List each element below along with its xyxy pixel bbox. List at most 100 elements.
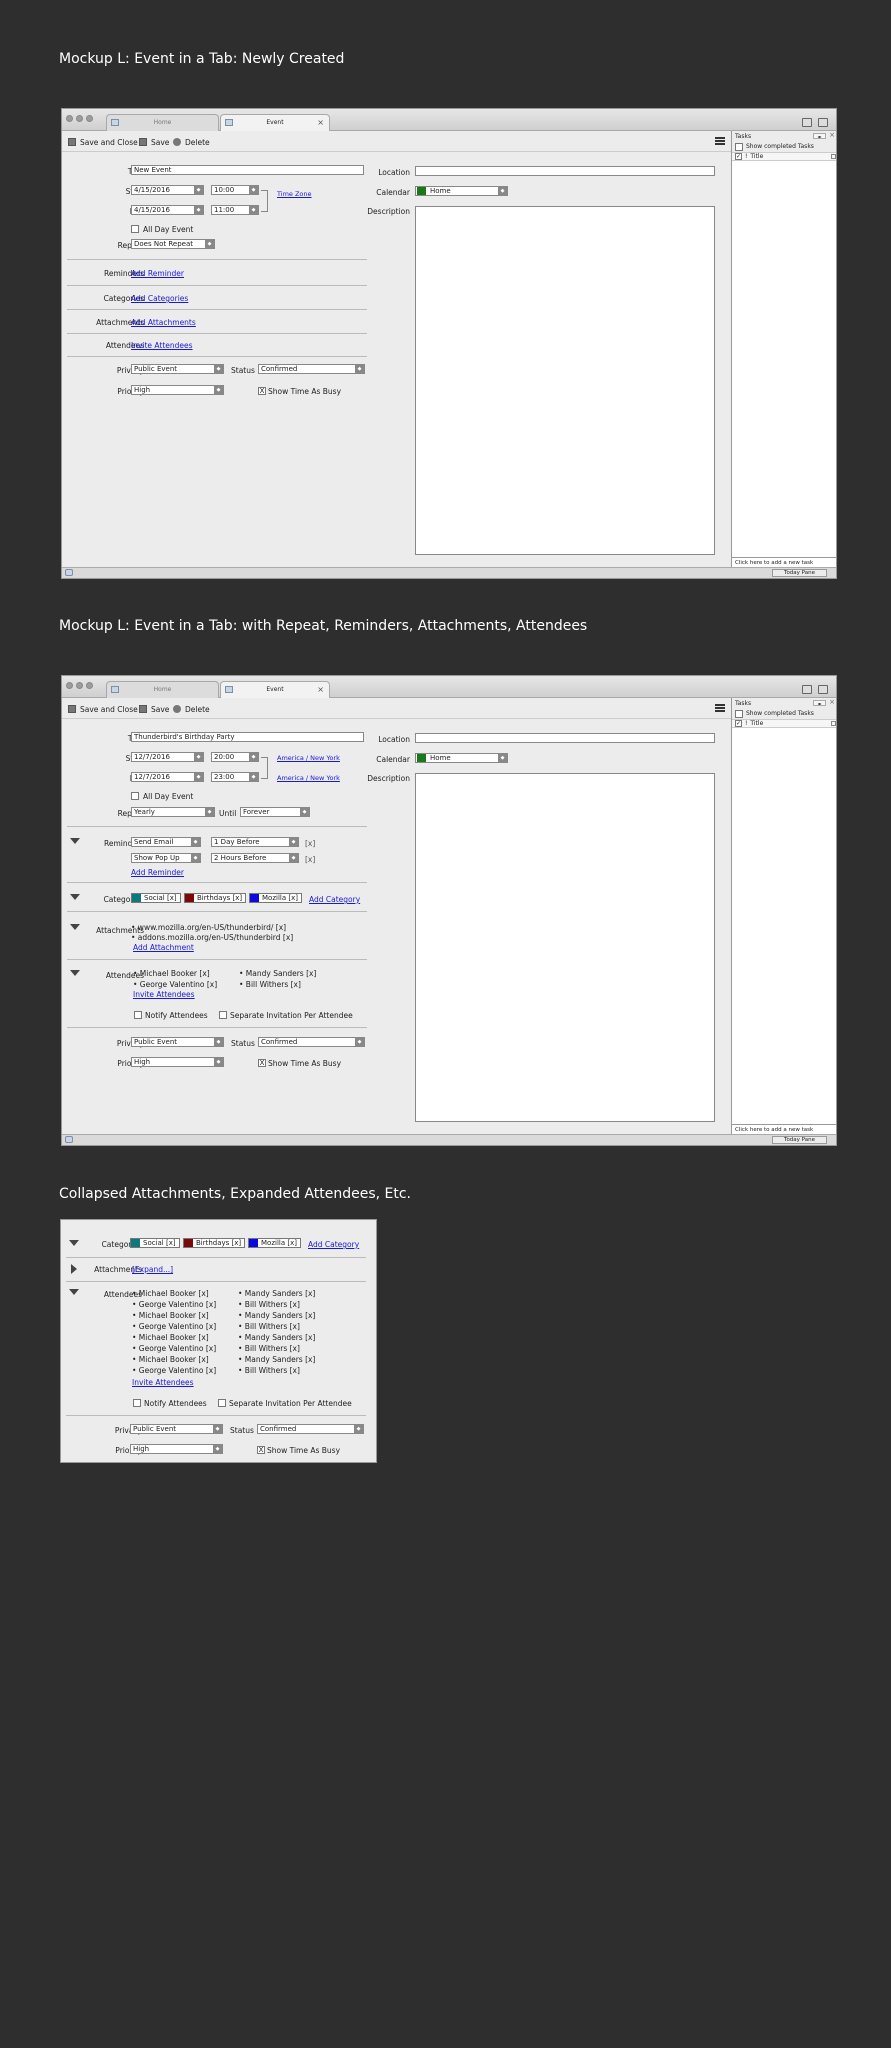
add-reminder-link[interactable]: Add Reminder: [131, 868, 184, 877]
tab-event[interactable]: Event ×: [220, 114, 330, 131]
invite-attendees-link[interactable]: Invite Attendees: [132, 1378, 194, 1387]
privacy-select[interactable]: Public Event ◆: [131, 364, 224, 374]
column-picker-icon[interactable]: [831, 154, 836, 159]
show-busy-checkbox[interactable]: X: [258, 1059, 266, 1067]
add-attachments-link[interactable]: Add Attachments: [131, 318, 196, 327]
close-dot[interactable]: [66, 682, 73, 689]
priority-column-icon[interactable]: !: [745, 720, 747, 727]
show-busy-checkbox[interactable]: X: [257, 1446, 265, 1454]
reminder-1-type-select[interactable]: Send Email ◆: [131, 837, 201, 847]
attendee-item[interactable]: • Bill Withers [x]: [238, 1344, 300, 1353]
delete-button[interactable]: Delete: [173, 137, 210, 147]
until-select[interactable]: Forever ◆: [240, 807, 310, 817]
description-textarea[interactable]: [415, 773, 715, 1122]
calendar-select[interactable]: Home ◆: [415, 186, 508, 196]
attendee-item[interactable]: • Michael Booker [x]: [132, 1289, 209, 1298]
add-task-input[interactable]: Click here to add a new task: [732, 557, 836, 567]
priority-select[interactable]: High ◆: [131, 385, 224, 395]
tasks-mode-icon[interactable]: [818, 685, 828, 694]
attendee-item[interactable]: • George Valentino [x]: [132, 1322, 216, 1331]
attendee-item[interactable]: • Mandy Sanders [x]: [238, 1333, 315, 1342]
invite-attendees-link[interactable]: Invite Attendees: [131, 341, 193, 350]
category-social-chip[interactable]: Social [x]: [131, 893, 181, 903]
end-date-picker[interactable]: 12/7/2016 ◆: [131, 772, 204, 782]
zoom-dot[interactable]: [86, 115, 93, 122]
attachment-item[interactable]: • addons.mozilla.org/en-US/thunderbird […: [131, 933, 293, 942]
close-dot[interactable]: [66, 115, 73, 122]
zoom-dot[interactable]: [86, 682, 93, 689]
attendee-item[interactable]: • Mandy Sanders [x]: [238, 1355, 315, 1364]
minimize-dot[interactable]: [76, 682, 83, 689]
tab-home[interactable]: Home: [106, 681, 219, 698]
pane-arrows-icon[interactable]: ◂▸: [813, 700, 826, 706]
reminder-2-when-select[interactable]: 2 Hours Before ◆: [211, 853, 299, 863]
today-pane-button[interactable]: Today Pane: [772, 1136, 827, 1144]
complete-column-icon[interactable]: ✓: [735, 720, 742, 727]
calendar-mode-icon[interactable]: [802, 118, 812, 127]
attendee-item[interactable]: • Michael Booker [x]: [132, 1355, 209, 1364]
tasks-column-header[interactable]: ✓! Title: [732, 152, 836, 161]
connection-icon[interactable]: [65, 1136, 73, 1143]
save-close-button[interactable]: Save and Close: [68, 704, 138, 714]
menu-icon[interactable]: [715, 137, 725, 145]
end-date-picker[interactable]: 4/15/2016 ◆: [131, 205, 204, 215]
title-column[interactable]: Title: [750, 720, 763, 727]
save-button[interactable]: Save: [139, 137, 169, 147]
link-times-icon[interactable]: [261, 190, 268, 212]
add-attachment-link[interactable]: Add Attachment: [133, 943, 194, 952]
calendar-mode-icon[interactable]: [802, 685, 812, 694]
pane-arrows-icon[interactable]: ◂▸: [813, 133, 826, 139]
privacy-select[interactable]: Public Event ◆: [130, 1424, 223, 1434]
attendee-item[interactable]: • Bill Withers [x]: [238, 1366, 300, 1375]
attendee-item[interactable]: • Mandy Sanders [x]: [239, 969, 316, 978]
connection-icon[interactable]: [65, 569, 73, 576]
attendee-item[interactable]: • George Valentino [x]: [132, 1366, 216, 1375]
remove-reminder-2-button[interactable]: [x]: [305, 855, 315, 864]
close-tab-icon[interactable]: ×: [317, 685, 324, 694]
attendee-item[interactable]: • Michael Booker [x]: [132, 1311, 209, 1320]
remove-reminder-1-button[interactable]: [x]: [305, 839, 315, 848]
add-category-link[interactable]: Add Category: [308, 1240, 359, 1249]
separate-invitation-checkbox[interactable]: [219, 1011, 227, 1019]
start-date-picker[interactable]: 12/7/2016 ◆: [131, 752, 204, 762]
all-day-checkbox[interactable]: [131, 792, 139, 800]
attachment-item[interactable]: • www.mozilla.org/en-US/thunderbird/ [x]: [131, 923, 286, 932]
all-day-checkbox[interactable]: [131, 225, 139, 233]
category-social-chip[interactable]: Social [x]: [130, 1238, 180, 1248]
today-pane-button[interactable]: Today Pane: [772, 569, 827, 577]
tab-event[interactable]: Event ×: [220, 681, 330, 698]
delete-button[interactable]: Delete: [173, 704, 210, 714]
priority-column-icon[interactable]: !: [745, 153, 747, 160]
show-completed-row[interactable]: Show completed Tasks: [732, 141, 836, 152]
attendee-item[interactable]: • Bill Withers [x]: [238, 1322, 300, 1331]
priority-select[interactable]: High ◆: [131, 1057, 224, 1067]
attendee-item[interactable]: • Michael Booker [x]: [133, 969, 210, 978]
time-zone-link[interactable]: Time Zone: [277, 190, 312, 198]
category-mozilla-chip[interactable]: Mozilla [x]: [248, 1238, 301, 1248]
category-mozilla-chip[interactable]: Mozilla [x]: [249, 893, 302, 903]
start-date-picker[interactable]: 4/15/2016 ◆: [131, 185, 204, 195]
description-textarea[interactable]: [415, 206, 715, 555]
attendee-item[interactable]: • Bill Withers [x]: [239, 980, 301, 989]
status-select[interactable]: Confirmed ◆: [257, 1424, 364, 1434]
reminder-1-when-select[interactable]: 1 Day Before ◆: [211, 837, 299, 847]
end-time-picker[interactable]: 11:00 ◆: [211, 205, 259, 215]
reminder-2-type-select[interactable]: Show Pop Up ◆: [131, 853, 201, 863]
invite-attendees-link[interactable]: Invite Attendees: [133, 990, 195, 999]
repeat-select[interactable]: Does Not Repeat ◆: [131, 239, 215, 249]
show-busy-checkbox[interactable]: X: [258, 387, 266, 395]
status-select[interactable]: Confirmed ◆: [258, 364, 365, 374]
privacy-select[interactable]: Public Event ◆: [131, 1037, 224, 1047]
location-input[interactable]: [415, 733, 715, 743]
expand-attachments-link[interactable]: [Expand...]: [132, 1265, 173, 1274]
status-select[interactable]: Confirmed ◆: [258, 1037, 365, 1047]
tab-home[interactable]: Home: [106, 114, 219, 131]
window-controls[interactable]: [66, 682, 93, 689]
save-button[interactable]: Save: [139, 704, 169, 714]
attendee-item[interactable]: • Bill Withers [x]: [238, 1300, 300, 1309]
attendee-item[interactable]: • Michael Booker [x]: [132, 1333, 209, 1342]
add-reminder-link[interactable]: Add Reminder: [131, 269, 184, 278]
start-time-picker[interactable]: 10:00 ◆: [211, 185, 259, 195]
minimize-dot[interactable]: [76, 115, 83, 122]
end-time-picker[interactable]: 23:00 ◆: [211, 772, 259, 782]
